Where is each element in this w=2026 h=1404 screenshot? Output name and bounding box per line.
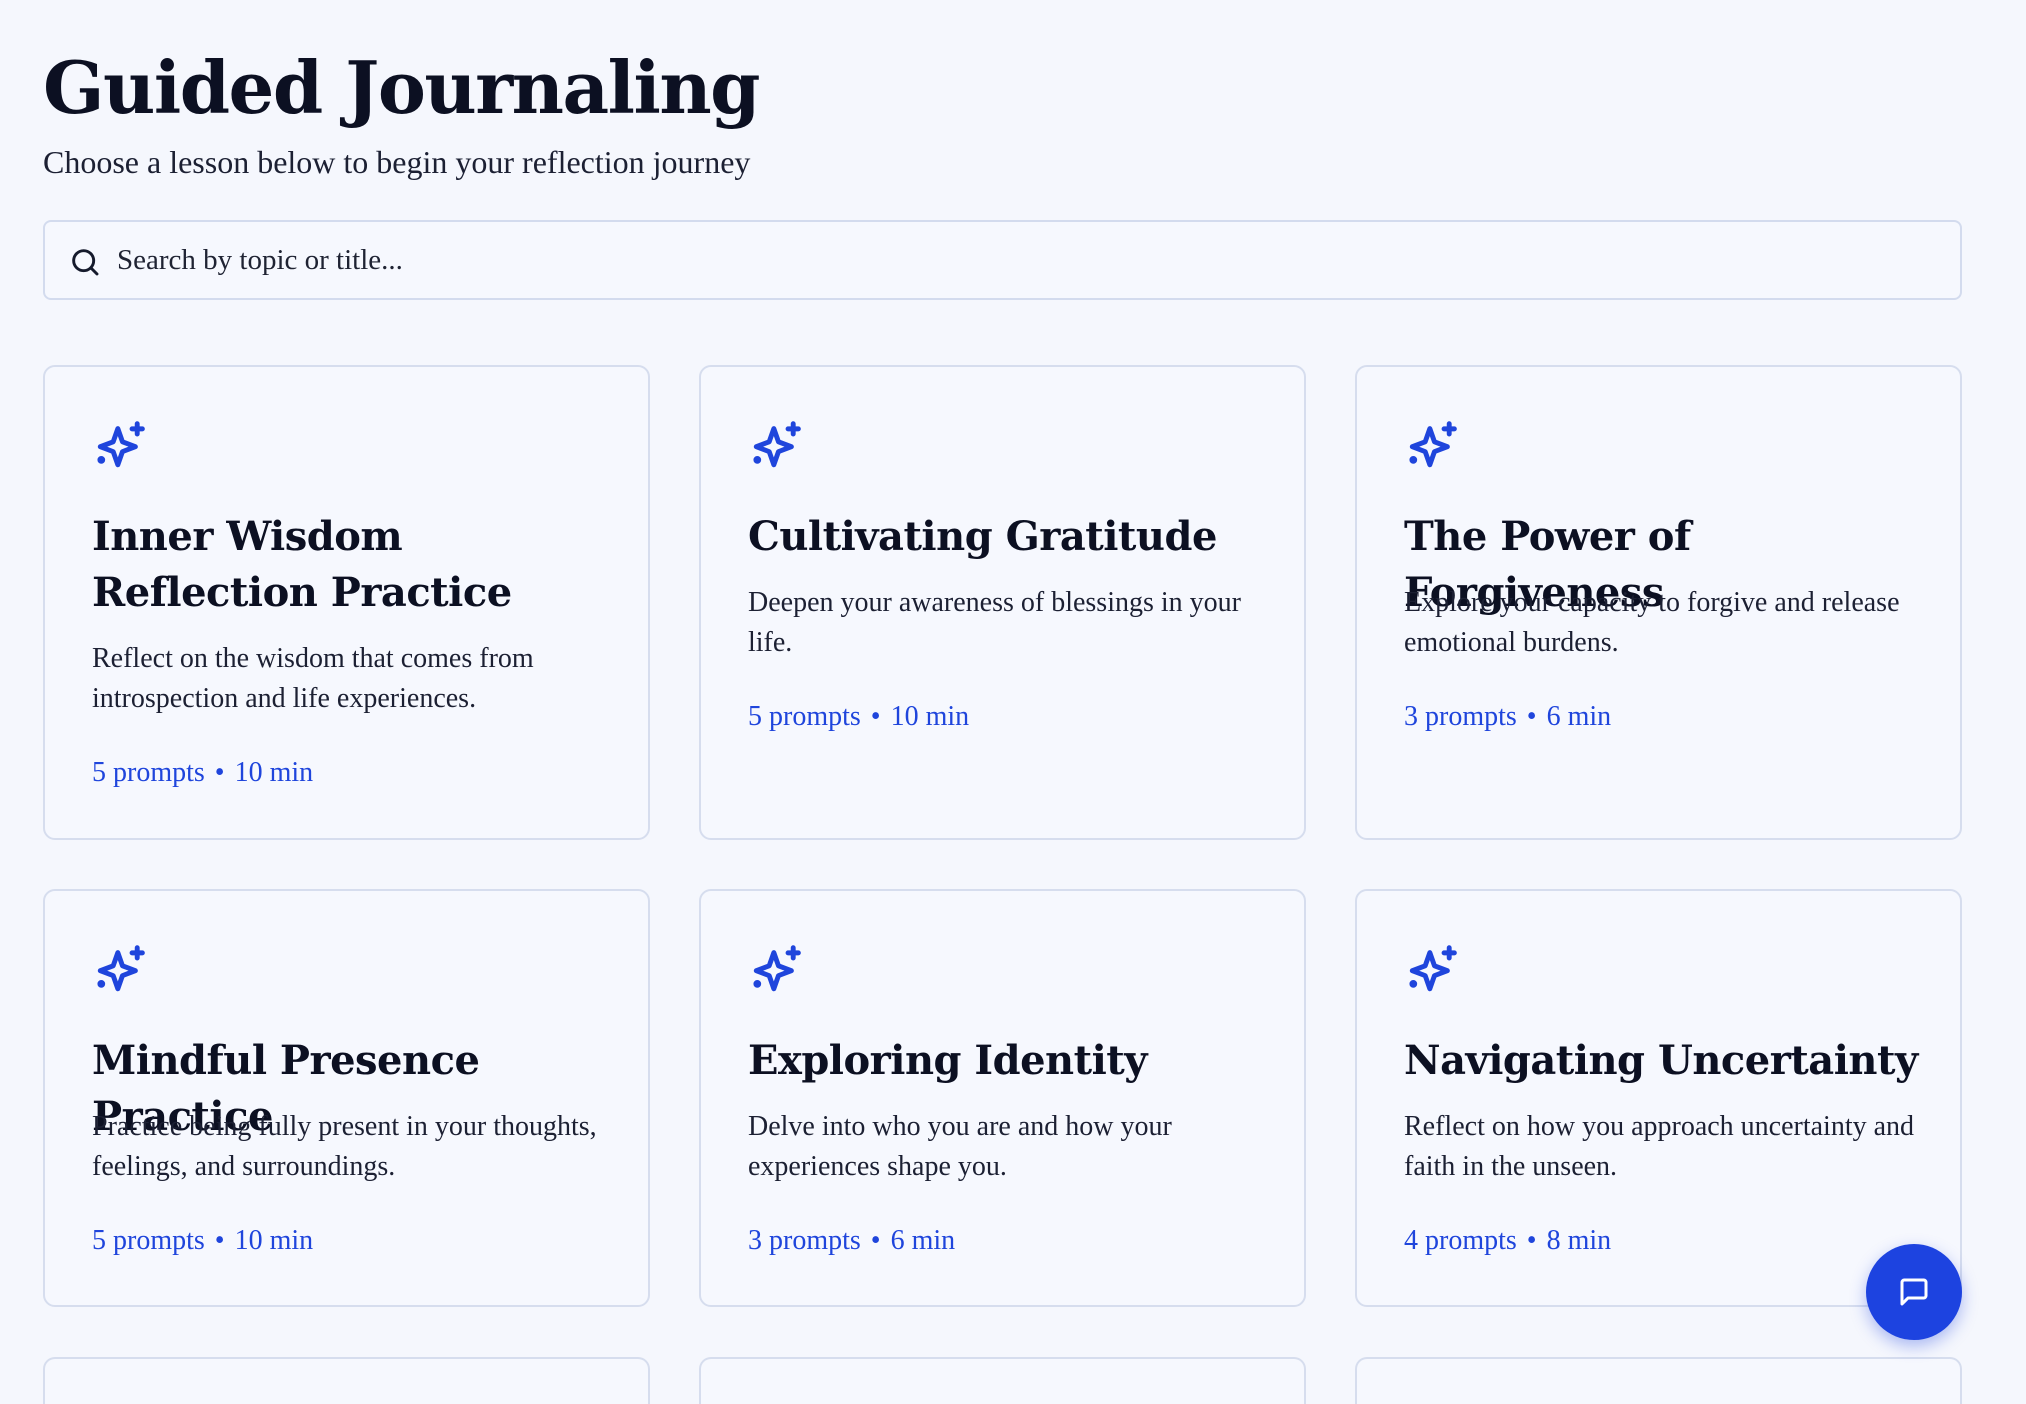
- lesson-duration: 8 min: [1546, 1225, 1612, 1256]
- meta-separator: •: [1526, 1225, 1537, 1256]
- chat-icon: [1900, 1278, 1928, 1306]
- lesson-card-partial[interactable]: [43, 1357, 650, 1404]
- lesson-title: Exploring Identity: [748, 1037, 1148, 1084]
- meta-separator: •: [214, 757, 225, 788]
- lesson-card[interactable]: The Power of Forgiveness Explore your ca…: [1355, 365, 1962, 840]
- meta-separator: •: [214, 1225, 225, 1256]
- sparkle-icon: [753, 421, 801, 468]
- lesson-duration: 10 min: [234, 757, 314, 788]
- meta-separator: •: [1526, 701, 1537, 732]
- prompt-count: 5 prompts: [92, 757, 205, 788]
- lesson-card-partial[interactable]: [1355, 1357, 1962, 1404]
- lesson-description: Reflect on the wisdom that comes from in…: [92, 643, 534, 714]
- lesson-card[interactable]: Mindful Presence Practice Practice being…: [43, 889, 650, 1307]
- lesson-meta: 3 prompts • 6 min: [1404, 699, 1611, 735]
- sparkle-icon: [97, 945, 145, 992]
- prompt-count: 4 prompts: [1404, 1225, 1517, 1256]
- search-input[interactable]: [117, 222, 1937, 298]
- prompt-count: 5 prompts: [748, 701, 861, 732]
- lesson-duration: 10 min: [234, 1225, 314, 1256]
- lesson-card[interactable]: Navigating Uncertainty Reflect on how yo…: [1355, 889, 1962, 1307]
- page-subtitle: Choose a lesson below to begin your refl…: [43, 144, 751, 180]
- lesson-duration: 6 min: [890, 1225, 956, 1256]
- search-bar[interactable]: [43, 220, 1962, 300]
- meta-separator: •: [870, 1225, 881, 1256]
- lesson-card-partial[interactable]: [699, 1357, 1306, 1404]
- lesson-card[interactable]: Exploring Identity Delve into who you ar…: [699, 889, 1306, 1307]
- meta-separator: •: [870, 701, 881, 732]
- lesson-title: Navigating Uncertainty: [1404, 1037, 1918, 1084]
- lesson-meta: 5 prompts • 10 min: [748, 699, 969, 735]
- page-title: Guided Journaling: [43, 45, 761, 130]
- lesson-meta: 4 prompts • 8 min: [1404, 1223, 1611, 1259]
- lesson-title: Cultivating Gratitude: [748, 513, 1217, 560]
- sparkle-icon: [1409, 421, 1457, 468]
- prompt-count: 5 prompts: [92, 1225, 205, 1256]
- lesson-description: Delve into who you are and how your expe…: [748, 1111, 1172, 1182]
- sparkle-icon: [753, 945, 801, 992]
- prompt-count: 3 prompts: [1404, 701, 1517, 732]
- search-icon: [72, 249, 99, 276]
- lesson-meta: 5 prompts • 10 min: [92, 755, 313, 791]
- lesson-description: Practice being fully present in your tho…: [92, 1111, 597, 1182]
- lesson-duration: 10 min: [890, 701, 970, 732]
- lesson-meta: 3 prompts • 6 min: [748, 1223, 955, 1259]
- lesson-description: Explore your capacity to forgive and rel…: [1404, 587, 1900, 658]
- sparkle-icon: [97, 421, 145, 468]
- lesson-description: Reflect on how you approach uncertainty …: [1404, 1111, 1915, 1182]
- chat-button[interactable]: [1866, 1244, 1962, 1340]
- lesson-card[interactable]: Cultivating Gratitude Deepen your awaren…: [699, 365, 1306, 840]
- lesson-card[interactable]: Inner Wisdom Reflection Practice Reflect…: [43, 365, 650, 840]
- lesson-duration: 6 min: [1546, 701, 1612, 732]
- lesson-description: Deepen your awareness of blessings in yo…: [748, 587, 1241, 658]
- lesson-meta: 5 prompts • 10 min: [92, 1223, 313, 1259]
- prompt-count: 3 prompts: [748, 1225, 861, 1256]
- lesson-title: Inner Wisdom Reflection Practice: [92, 513, 512, 616]
- sparkle-icon: [1409, 945, 1457, 992]
